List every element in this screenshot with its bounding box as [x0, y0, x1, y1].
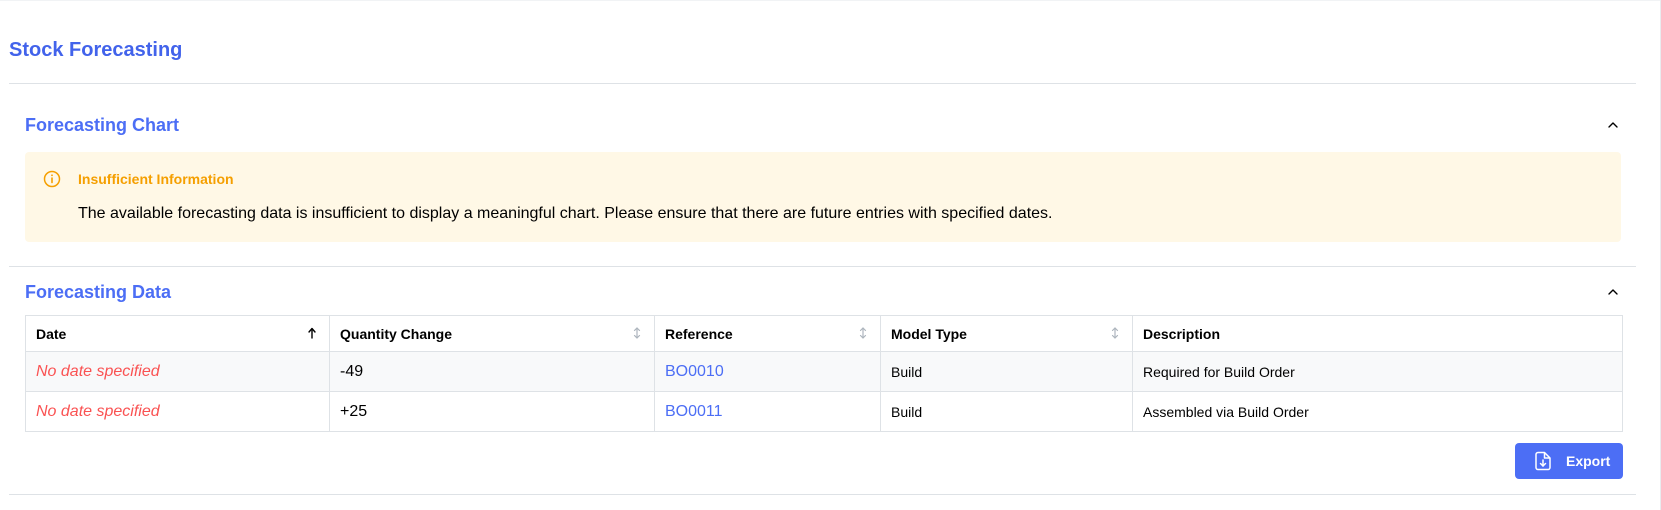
- forecasting-chart-header[interactable]: Forecasting Chart: [25, 113, 1621, 137]
- forecasting-data-header[interactable]: Forecasting Data: [25, 280, 1621, 304]
- cell-date: No date specified: [25, 351, 330, 392]
- column-header-label: Description: [1143, 325, 1221, 342]
- cell-model-type: Build: [880, 391, 1133, 432]
- quantity-change-value: +25: [340, 402, 368, 420]
- chevron-up-icon[interactable]: [1605, 284, 1621, 300]
- file-download-icon: [1535, 451, 1551, 471]
- insufficient-info-alert: Insufficient Information The available f…: [25, 152, 1621, 242]
- sort-arrows-icon[interactable]: [1110, 326, 1120, 340]
- cell-quantity-change: -49: [329, 351, 655, 392]
- bottom-divider: [9, 494, 1636, 495]
- reference-link[interactable]: BO0011: [665, 403, 723, 420]
- title-divider: [9, 83, 1636, 84]
- export-button-label: Export: [1566, 453, 1611, 469]
- chevron-up-icon[interactable]: [1605, 117, 1621, 133]
- quantity-change-value: -49: [340, 362, 364, 380]
- info-circle-icon: [43, 170, 61, 188]
- top-border: [0, 0, 1661, 1]
- column-header-quantity-change[interactable]: Quantity Change: [329, 315, 655, 352]
- cell-quantity-change: +25: [329, 391, 655, 432]
- cell-date: No date specified: [25, 391, 330, 432]
- column-header-date[interactable]: Date: [25, 315, 330, 352]
- column-header-reference[interactable]: Reference: [654, 315, 881, 352]
- cell-description: Assembled via Build Order: [1132, 391, 1623, 432]
- column-header-description: Description: [1132, 315, 1623, 352]
- arrow-up-icon[interactable]: [307, 326, 317, 340]
- column-header-label: Date: [36, 325, 67, 342]
- table-header-row: Date Quantity Change Reference Model Typ…: [25, 315, 1623, 352]
- table-row[interactable]: No date specified -49 BO0010 Build Requi…: [25, 351, 1623, 392]
- column-header-label: Quantity Change: [340, 325, 453, 342]
- sort-arrows-icon[interactable]: [858, 326, 868, 340]
- export-button[interactable]: Export: [1515, 443, 1623, 479]
- cell-reference: BO0011: [654, 391, 881, 432]
- table-row[interactable]: No date specified +25 BO0011 Build Assem…: [25, 391, 1623, 432]
- page-title: Stock Forecasting: [9, 39, 183, 61]
- forecasting-data-title: Forecasting Data: [25, 282, 172, 302]
- cell-model-type: Build: [880, 351, 1133, 392]
- no-date-text: No date specified: [36, 362, 160, 380]
- sort-arrows-icon[interactable]: [632, 326, 642, 340]
- alert-message: The available forecasting data is insuff…: [78, 205, 1053, 222]
- no-date-text: No date specified: [36, 402, 160, 420]
- alert-title: Insufficient Information: [78, 171, 234, 187]
- column-header-label: Reference: [665, 325, 733, 342]
- cell-description: Required for Build Order: [1132, 351, 1623, 392]
- section-divider: [9, 266, 1636, 267]
- forecasting-chart-title: Forecasting Chart: [25, 115, 180, 135]
- reference-link[interactable]: BO0010: [665, 363, 724, 380]
- forecasting-data-table: Date Quantity Change Reference Model Typ…: [25, 315, 1623, 432]
- column-header-label: Model Type: [891, 325, 967, 342]
- column-header-model-type[interactable]: Model Type: [880, 315, 1133, 352]
- cell-reference: BO0010: [654, 351, 881, 392]
